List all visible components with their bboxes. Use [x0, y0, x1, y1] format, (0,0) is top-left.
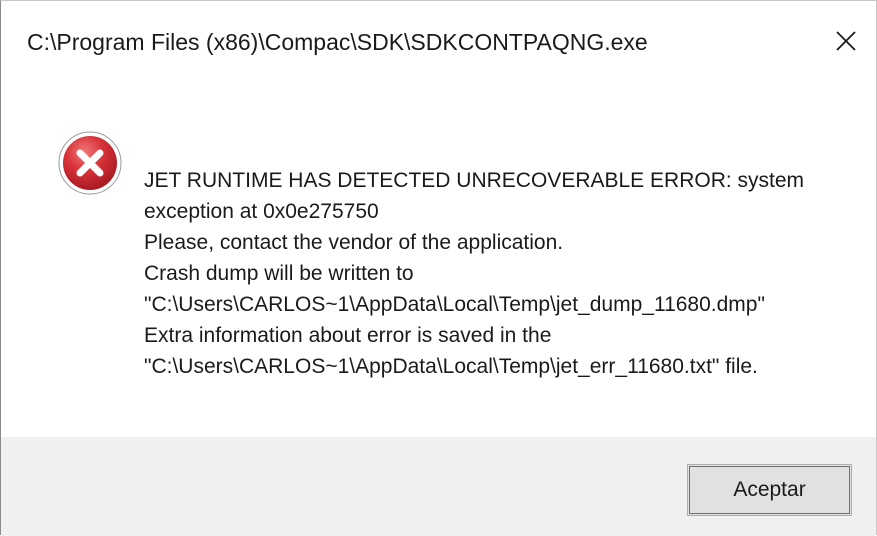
dialog-content: JET RUNTIME HAS DETECTED UNRECOVERABLE E…	[1, 87, 876, 437]
button-bar: Aceptar	[1, 437, 876, 536]
message-line: Please, contact the vendor of the applic…	[144, 231, 564, 254]
message-line: Crash dump will be written to	[144, 262, 414, 285]
close-button[interactable]	[816, 13, 876, 69]
error-icon	[58, 131, 122, 195]
error-dialog: C:\Program Files (x86)\Compac\SDK\SDKCON…	[0, 0, 877, 536]
message-line: Extra information about error is saved i…	[144, 324, 552, 347]
message-line: exception at 0x0e275750	[144, 200, 379, 223]
window-title: C:\Program Files (x86)\Compac\SDK\SDKCON…	[27, 29, 648, 55]
message-line: JET RUNTIME HAS DETECTED UNRECOVERABLE E…	[144, 169, 805, 192]
message-line: "C:\Users\CARLOS~1\AppData\Local\Temp\je…	[144, 355, 758, 378]
accept-button[interactable]: Aceptar	[687, 464, 852, 516]
message-line: "C:\Users\CARLOS~1\AppData\Local\Temp\je…	[144, 293, 765, 316]
close-icon	[836, 31, 856, 51]
title-bar: C:\Program Files (x86)\Compac\SDK\SDKCON…	[1, 1, 876, 87]
error-message: JET RUNTIME HAS DETECTED UNRECOVERABLE E…	[144, 165, 844, 382]
